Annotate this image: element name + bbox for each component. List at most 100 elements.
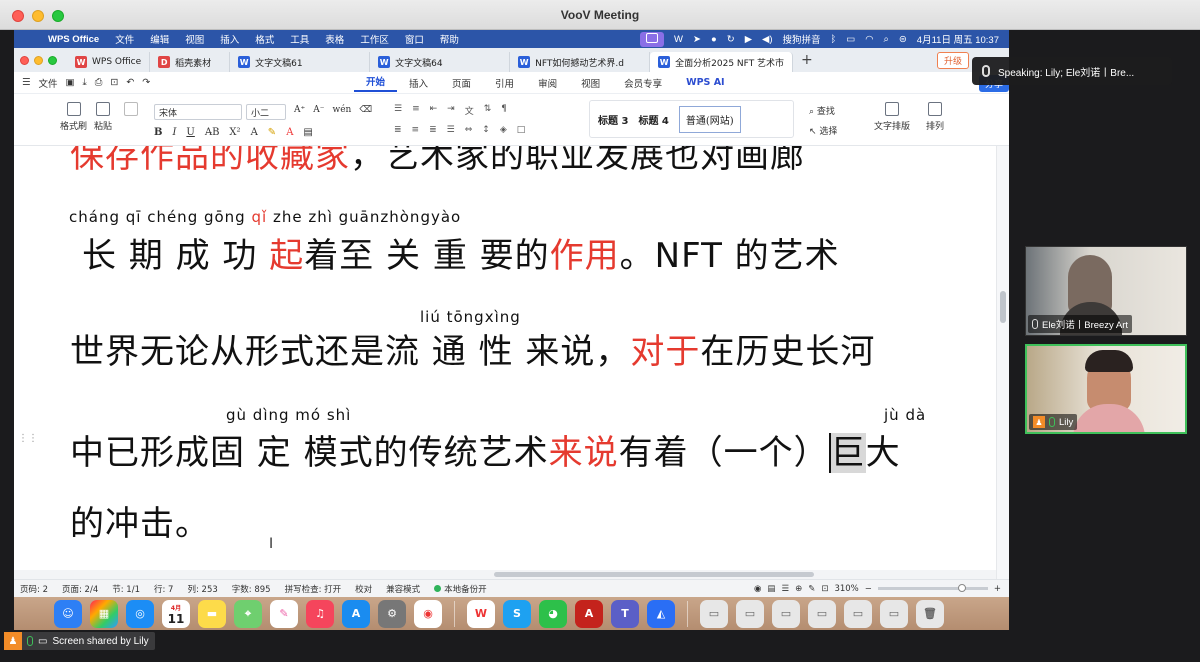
wps-minimize-button[interactable]: [34, 55, 43, 65]
undo-icon[interactable]: ↶: [126, 77, 134, 88]
text-layout-button[interactable]: 文字排版: [874, 102, 910, 132]
border-icon[interactable]: □: [517, 125, 526, 135]
decrease-indent-icon[interactable]: ⇤: [430, 104, 438, 117]
trash-icon[interactable]: 🗑: [916, 599, 944, 628]
bullet-list-icon[interactable]: ☰: [394, 104, 402, 117]
minimized-window-icon[interactable]: ▭: [736, 599, 764, 628]
screen-share-badge[interactable]: ♟ ▭ Screen shared by Lily: [4, 632, 155, 650]
menu-view[interactable]: 视图: [177, 32, 212, 46]
grow-font-icon[interactable]: A⁺: [294, 105, 305, 115]
tab-view[interactable]: 视图: [569, 76, 612, 90]
tab-wps-office[interactable]: W WPS Office: [67, 52, 151, 72]
eye-icon[interactable]: ◉: [754, 584, 761, 594]
wechat-icon[interactable]: ◕: [539, 599, 567, 628]
scroll-icon[interactable]: ↻: [727, 34, 735, 45]
file-menu[interactable]: 文件: [39, 76, 58, 90]
wps-close-button[interactable]: [20, 55, 29, 65]
align-center-icon[interactable]: ≡: [412, 125, 420, 135]
bold-button[interactable]: B: [154, 127, 162, 138]
menu-table[interactable]: 表格: [317, 32, 352, 46]
send-icon[interactable]: ➤: [693, 34, 701, 45]
zoom-in-button[interactable]: +: [994, 584, 1001, 594]
tab-review[interactable]: 审阅: [526, 76, 569, 90]
vertical-scrollbar[interactable]: [996, 146, 1009, 590]
zoom-slider-knob[interactable]: [957, 584, 966, 592]
chinese-layout-icon[interactable]: 文: [465, 104, 474, 117]
minimized-window-icon[interactable]: ▭: [700, 599, 728, 628]
fit-icon[interactable]: ⊡: [821, 584, 828, 594]
select-button[interactable]: ↖ 选择: [809, 122, 837, 142]
menu-workspace[interactable]: 工作区: [352, 32, 397, 46]
sort-icon[interactable]: ⇅: [484, 104, 492, 117]
underline-button[interactable]: U: [186, 127, 194, 138]
chrome-icon[interactable]: ◉: [414, 599, 442, 628]
clear-format-icon[interactable]: ⌫: [359, 105, 372, 115]
voov-icon[interactable]: ◭: [647, 599, 675, 628]
safari-icon[interactable]: ◎: [126, 599, 154, 628]
font-family-select[interactable]: 宋体: [154, 104, 242, 120]
drag-handle-icon[interactable]: ⋮⋮: [18, 433, 38, 444]
vertical-scroll-thumb[interactable]: [1000, 291, 1006, 323]
web-view-icon[interactable]: ⊕: [795, 584, 802, 594]
preview-icon[interactable]: ⊡: [110, 77, 118, 88]
menu-edit[interactable]: 编辑: [142, 32, 177, 46]
increase-indent-icon[interactable]: ⇥: [447, 104, 455, 117]
numbered-list-icon[interactable]: ≡: [412, 104, 420, 117]
arrange-button[interactable]: 排列: [926, 102, 944, 132]
print-icon[interactable]: ⎙: [95, 77, 103, 88]
paste-button[interactable]: 粘贴: [94, 102, 112, 132]
app-store-icon[interactable]: A: [342, 599, 370, 628]
justify-icon[interactable]: ☰: [447, 125, 455, 135]
new-tab-button[interactable]: +: [793, 52, 821, 68]
outline-view-icon[interactable]: ☰: [781, 584, 789, 594]
skype-icon[interactable]: S: [503, 599, 531, 628]
status-words[interactable]: 字数: 895: [232, 583, 271, 595]
tab-doc-61[interactable]: W 文字文稿61: [230, 52, 371, 72]
ime-label[interactable]: 搜狗拼音: [783, 32, 821, 46]
horizontal-scroll-thumb[interactable]: [494, 572, 814, 577]
notes-icon[interactable]: ▬: [198, 599, 226, 628]
font-size-select[interactable]: 小二: [246, 104, 286, 120]
align-right-icon[interactable]: ≣: [429, 125, 437, 135]
menu-window[interactable]: 窗口: [397, 32, 432, 46]
status-backup[interactable]: 本地备份开: [434, 583, 487, 595]
zoom-slider[interactable]: [877, 584, 988, 592]
menu-format[interactable]: 格式: [247, 32, 282, 46]
wps-dock-icon[interactable]: W: [467, 599, 495, 628]
acrobat-icon[interactable]: A: [575, 599, 603, 628]
horizontal-scrollbar[interactable]: [14, 570, 996, 579]
tab-home[interactable]: 开始: [354, 74, 398, 92]
status-spellcheck[interactable]: 拼写检查: 打开: [285, 583, 342, 595]
pen-icon[interactable]: ✎: [808, 584, 815, 594]
font-color-button[interactable]: A: [286, 127, 293, 138]
battery-icon[interactable]: ▭: [846, 34, 855, 45]
wps-status-icon[interactable]: W: [674, 34, 683, 45]
teams-icon[interactable]: T: [611, 599, 639, 628]
menu-insert[interactable]: 插入: [212, 32, 247, 46]
freeform-icon[interactable]: ✎: [270, 599, 298, 628]
play-icon[interactable]: ▶: [745, 34, 752, 45]
status-proofread[interactable]: 校对: [355, 583, 372, 595]
screen-record-icon[interactable]: [640, 31, 665, 47]
menu-help[interactable]: 帮助: [432, 32, 467, 46]
italic-button[interactable]: I: [172, 127, 176, 138]
menu-hamburger-icon[interactable]: ☰: [22, 77, 31, 88]
control-center-icon[interactable]: ⊜: [899, 34, 907, 45]
cut-button[interactable]: [124, 102, 138, 119]
participant-video-ele[interactable]: Ele刘诺丨Breezy Art: [1025, 246, 1187, 336]
zoom-level[interactable]: 310%: [834, 584, 858, 594]
text-effect-button[interactable]: A: [251, 127, 258, 138]
redo-icon[interactable]: ↷: [142, 77, 150, 88]
save-icon[interactable]: ▣: [66, 77, 75, 88]
superscript-button[interactable]: X²: [229, 127, 240, 138]
tab-nft-analysis[interactable]: W 全面分析2025 NFT 艺术市: [650, 52, 794, 72]
launchpad-icon[interactable]: ▦: [90, 599, 118, 628]
music-icon[interactable]: ♫: [306, 599, 334, 628]
style-heading-4[interactable]: 标题 4: [638, 112, 668, 127]
datetime[interactable]: 4月11日 周五 10:37: [917, 32, 999, 46]
menu-app-name[interactable]: WPS Office: [40, 34, 107, 45]
char-shading-button[interactable]: ▤: [303, 127, 312, 138]
pinyin-guide-icon[interactable]: wén: [333, 105, 352, 115]
document-canvas[interactable]: 保存作品的收藏家，艺术家的职业发展也对画廊 cháng qī chéng gōn…: [14, 146, 996, 590]
system-settings-icon[interactable]: ⚙: [378, 599, 406, 628]
